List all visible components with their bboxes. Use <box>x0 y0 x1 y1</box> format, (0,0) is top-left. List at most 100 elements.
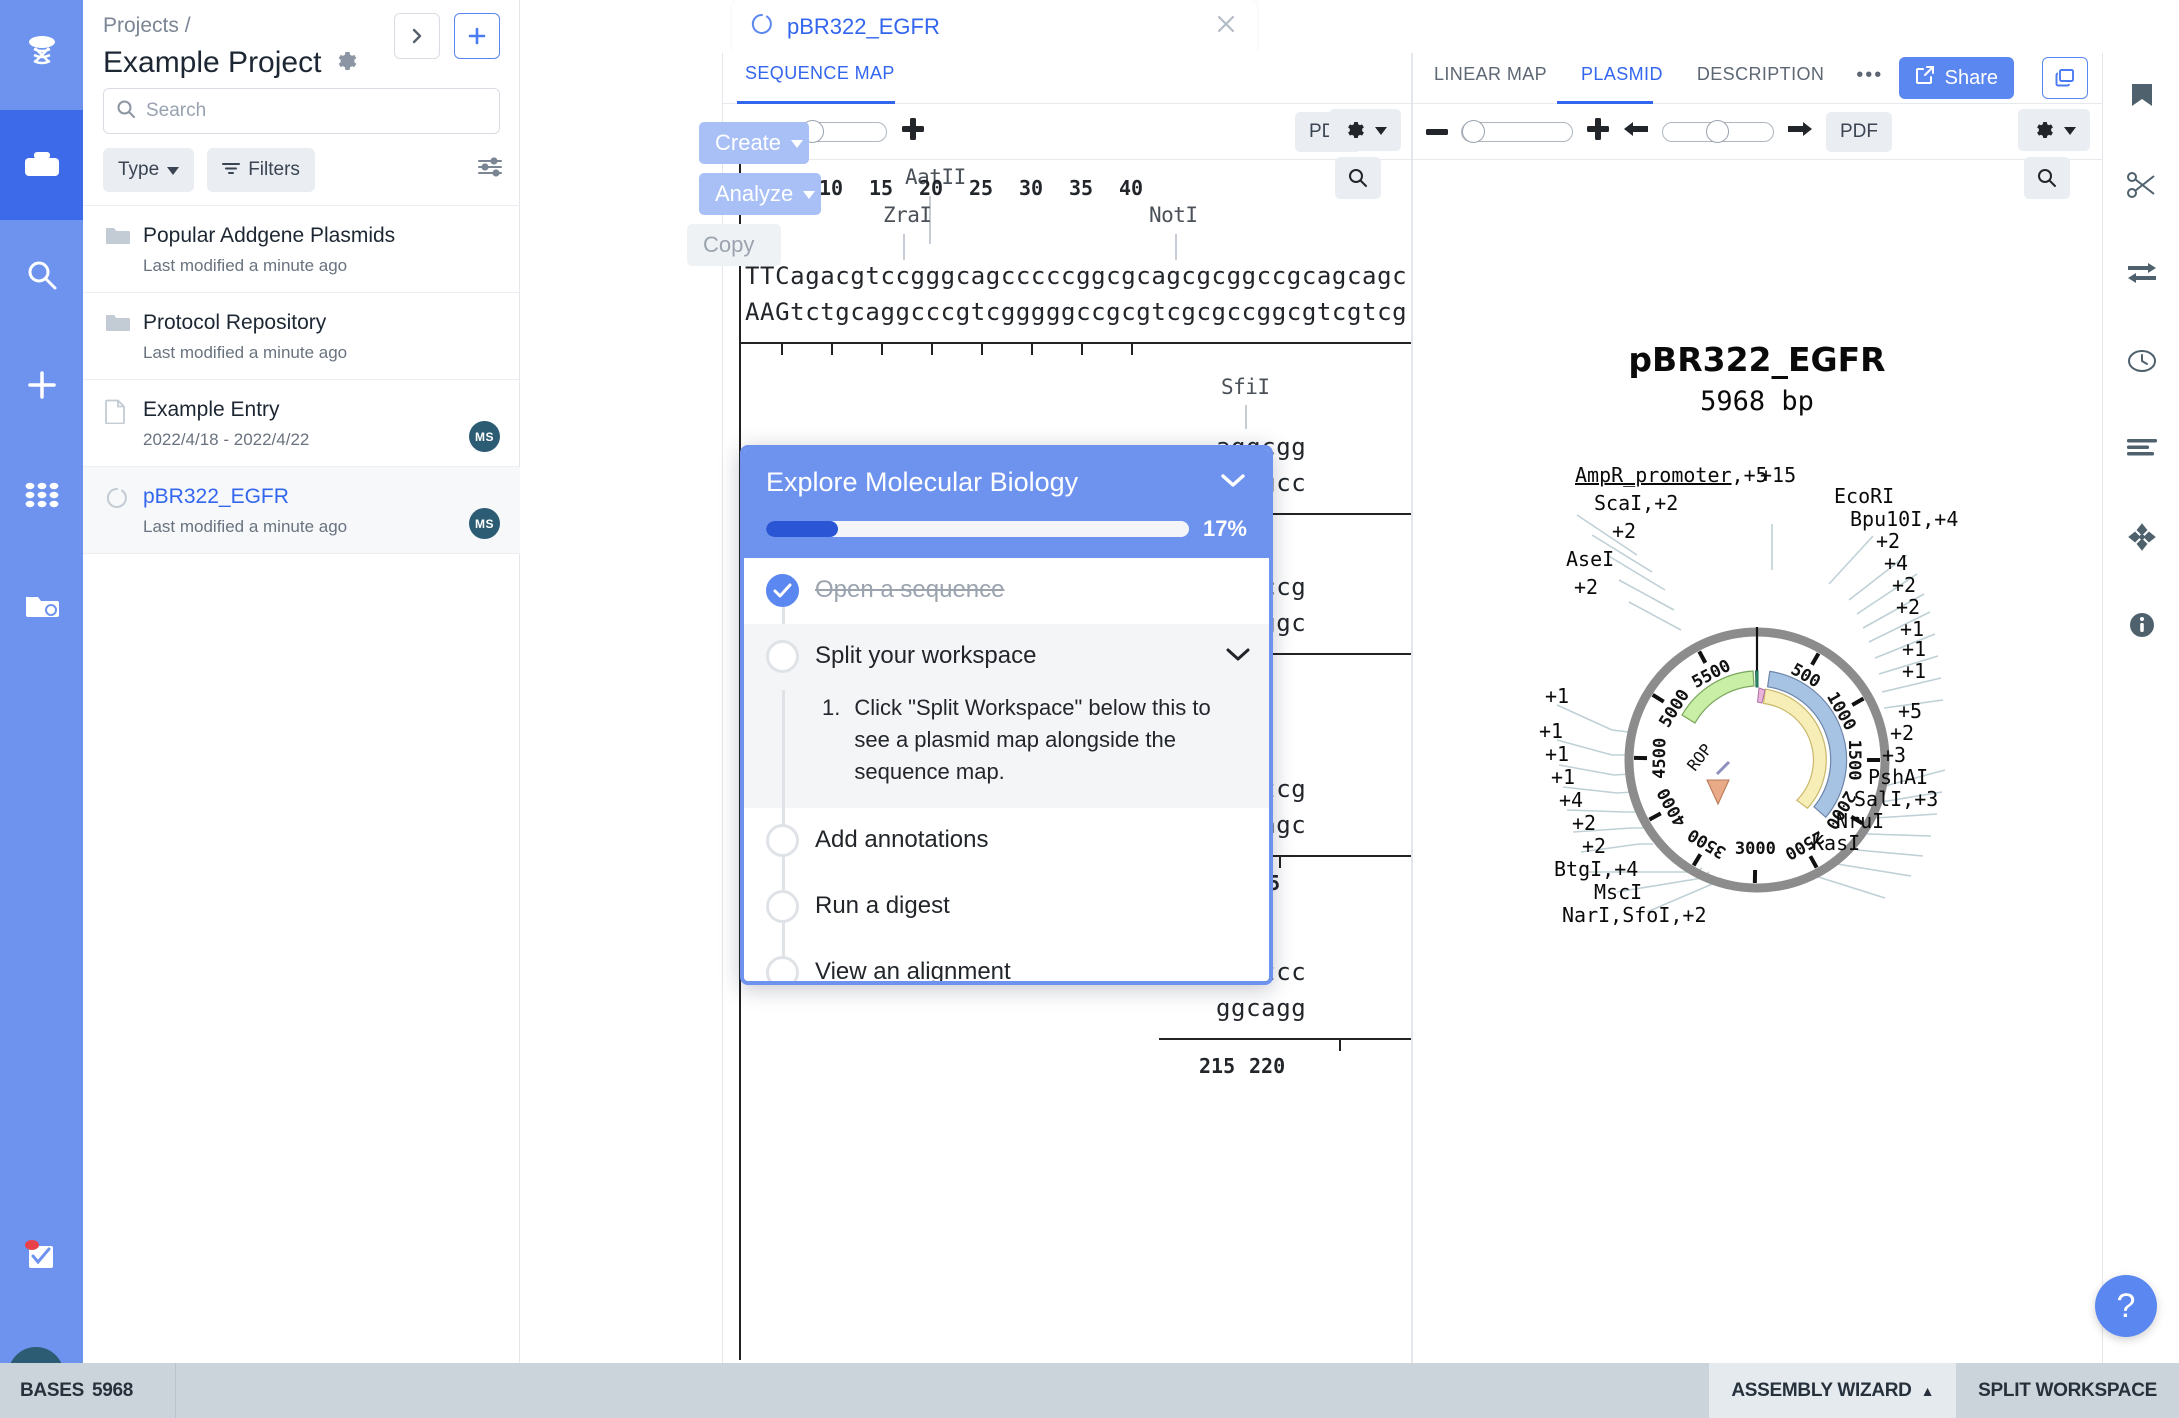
enzyme-tick <box>1175 234 1177 260</box>
type-filter-button[interactable]: Type <box>103 148 195 192</box>
add-item-button[interactable] <box>454 13 500 59</box>
align-lines-icon[interactable] <box>2103 405 2179 493</box>
step-open-a-sequence[interactable]: Open a sequence <box>744 558 1269 624</box>
duplicate-pane-button[interactable] <box>2042 57 2088 99</box>
map-pdf-export-button[interactable]: PDF <box>1826 111 1892 152</box>
tab-linear-map[interactable]: LINEAR MAP <box>1432 53 1549 85</box>
list-item[interactable]: pBR322_EGFR Last modified a minute ago M… <box>83 466 520 553</box>
map-zoom-in-button[interactable] <box>1586 117 1610 146</box>
menu-item-create[interactable]: Create <box>699 122 809 164</box>
document-tab[interactable]: pBR322_EGFR <box>732 0 1257 53</box>
primers-target-icon[interactable] <box>2103 493 2179 581</box>
history-clock-icon[interactable] <box>2103 317 2179 405</box>
menu-item-copy[interactable]: Copy <box>687 224 781 266</box>
tab-sequence-map[interactable]: SEQUENCE MAP <box>741 53 899 84</box>
chevron-down-icon[interactable] <box>1225 646 1251 667</box>
apps-grid-icon[interactable] <box>0 440 83 550</box>
bottom-strand[interactable]: AAGtctgcaggcccgtcgggggccgcgtcgcgccggcgtc… <box>745 298 1407 326</box>
more-tabs-icon[interactable]: ••• <box>1856 53 1883 87</box>
chevron-down-icon <box>2064 122 2076 138</box>
progress-fill <box>766 521 838 537</box>
bookmark-icon[interactable] <box>2103 53 2179 141</box>
tab-plasmid[interactable]: PLASMID <box>1579 53 1665 85</box>
map-pan-slider[interactable] <box>1662 120 1774 143</box>
pane-divider <box>1412 53 1413 1363</box>
feature-sliver-darkgreen <box>1754 670 1759 688</box>
search-box[interactable] <box>103 88 500 134</box>
bottom-strand[interactable]: ggcagg <box>1216 994 1306 1022</box>
projects-panel: Projects / Example Project Search Type F… <box>83 0 520 1418</box>
find-in-sequence-button[interactable] <box>1335 157 1381 199</box>
bases-label: BASES <box>20 1379 84 1401</box>
chevron-down-icon[interactable] <box>1219 471 1247 494</box>
view-options-icon[interactable] <box>477 156 503 183</box>
slider-knob[interactable] <box>1706 120 1729 143</box>
filter-row: Type Filters <box>103 148 503 192</box>
list-item-title[interactable]: pBR322_EGFR <box>143 483 500 511</box>
sidebar-item-projects[interactable] <box>0 110 83 220</box>
dna-logo-icon[interactable] <box>0 0 83 110</box>
filter-funnel-icon <box>222 159 241 181</box>
search-icon[interactable] <box>0 220 83 330</box>
step-view-an-alignment[interactable]: View an alignment <box>744 940 1269 981</box>
help-button[interactable]: ? <box>2095 1275 2157 1337</box>
settings-gear-button[interactable] <box>1329 109 1401 151</box>
plasmid-map-canvas[interactable]: pBR322_EGFR 5968 bp 500 1000 1500 2000 2… <box>1412 160 2102 1360</box>
list-item[interactable]: Protocol Repository Last modified a minu… <box>83 292 520 379</box>
ruler-tick <box>1279 855 1281 868</box>
left-icon-rail: MS <box>0 0 83 1418</box>
share-button[interactable]: Share <box>1898 57 2014 99</box>
split-workspace-button[interactable]: SPLIT WORKSPACE <box>1956 1363 2179 1418</box>
close-icon[interactable] <box>1213 11 1239 42</box>
annotation-label: AmpR_promoter,+5 <box>1575 463 1768 487</box>
search-input[interactable] <box>146 100 487 122</box>
scissors-icon[interactable] <box>2103 141 2179 229</box>
step-detail-number: 1. <box>822 695 841 720</box>
list-item[interactable]: Popular Addgene Plasmids Last modified a… <box>83 205 520 292</box>
info-icon[interactable] <box>2103 581 2179 669</box>
top-strand[interactable]: TTCagacgtccgggcagcccccggcgcagcgcggccgcag… <box>745 262 1407 290</box>
annotation-label: +2 <box>1892 573 1916 597</box>
annotation-label: PshAI <box>1868 765 1928 789</box>
list-item[interactable]: Example Entry 2022/4/18 - 2022/4/22 MS <box>83 379 520 466</box>
plus-icon[interactable] <box>0 330 83 440</box>
explore-steps-list: Open a sequence Split your workspace 1. … <box>744 558 1269 981</box>
list-item-title: Popular Addgene Plasmids <box>143 224 396 247</box>
enzyme-label[interactable]: SfiI <box>1221 375 1270 399</box>
enzyme-label[interactable]: NotI <box>1149 203 1198 227</box>
menu-item-analyze[interactable]: Analyze <box>699 173 821 215</box>
annotation-label: +5 <box>1898 699 1922 723</box>
tab-description[interactable]: DESCRIPTION <box>1695 53 1826 85</box>
tasks-icon[interactable] <box>0 1200 83 1310</box>
assembly-wizard-button[interactable]: ASSEMBLY WIZARD ▲ <box>1709 1363 1957 1418</box>
step-add-annotations[interactable]: Add annotations <box>744 808 1269 874</box>
slider-knob[interactable] <box>1462 120 1485 143</box>
feature-rop-arrow <box>1706 779 1730 806</box>
map-pan-right-button[interactable] <box>1787 119 1813 144</box>
right-icon-rail: ? <box>2095 53 2179 1363</box>
filters-button[interactable]: Filters <box>207 148 315 192</box>
map-find-button[interactable] <box>2024 157 2070 199</box>
header-buttons <box>394 13 500 59</box>
step-detail: 1. Click "Split Workspace" below this to… <box>744 690 1269 808</box>
gear-icon[interactable] <box>335 50 357 77</box>
map-tool-cluster <box>2018 109 2090 199</box>
annotation-label: NruI <box>1836 809 1884 833</box>
map-toolbar: PDF <box>1412 104 2102 160</box>
annotation-label: +15 <box>1760 463 1796 487</box>
chevron-up-icon: ▲ <box>1920 1382 1935 1399</box>
step-split-your-workspace[interactable]: Split your workspace <box>744 624 1269 690</box>
step-run-a-digest[interactable]: Run a digest <box>744 874 1269 940</box>
map-pan-left-button[interactable] <box>1623 119 1649 144</box>
collapse-panel-button[interactable] <box>394 13 440 59</box>
annotation-label: Bpu10I,+4 <box>1850 507 1958 531</box>
svg-text:4000: 4000 <box>1653 784 1690 830</box>
registry-folder-icon[interactable] <box>0 550 83 660</box>
avatar: MS <box>469 421 500 452</box>
status-bar-spacer <box>176 1363 1709 1418</box>
map-settings-gear-button[interactable] <box>2018 109 2090 151</box>
map-zoom-out-button[interactable] <box>1426 123 1448 141</box>
map-zoom-slider[interactable] <box>1461 120 1573 143</box>
app-root: MS Projects / Example Project <box>0 0 2179 1418</box>
exchange-arrows-icon[interactable] <box>2103 229 2179 317</box>
